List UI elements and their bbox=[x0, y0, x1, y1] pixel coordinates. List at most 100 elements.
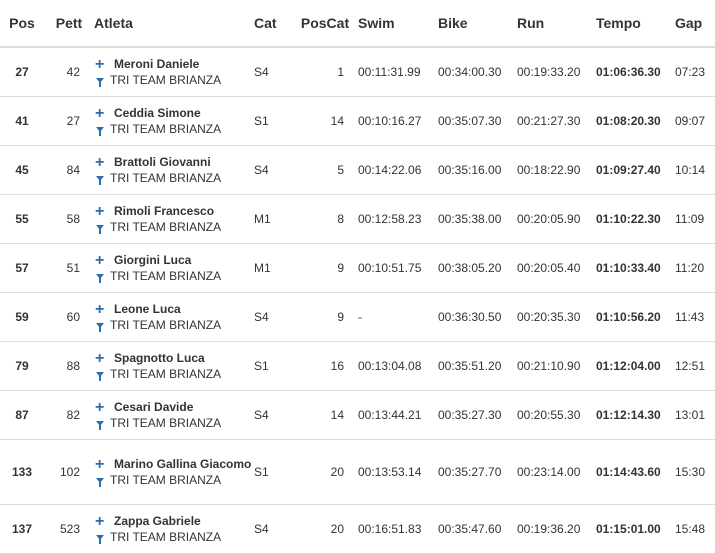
col-header-bike[interactable]: Bike bbox=[438, 0, 517, 48]
cell-gap: 15:30 bbox=[675, 439, 715, 505]
team-name: TRI TEAM BRIANZA bbox=[110, 121, 222, 136]
cell-swim: 00:13:04.08 bbox=[358, 341, 438, 391]
athlete-name[interactable]: Meroni Daniele bbox=[114, 57, 199, 71]
table-row: 27 42 + Meroni Daniele TRI TEAM BRIANZA S4… bbox=[0, 47, 715, 97]
athlete-name[interactable]: Cesari Davide bbox=[114, 400, 193, 414]
cell-gap: 11:09 bbox=[675, 194, 715, 244]
cell-cat: S4 bbox=[254, 390, 292, 440]
athlete-name[interactable]: Spagnotto Luca bbox=[114, 351, 205, 365]
table-row: 133 102 + Marino Gallina Giacomo TRI TEAM … bbox=[0, 439, 715, 505]
cell-bike: 00:36:30.50 bbox=[438, 292, 517, 342]
col-header-run[interactable]: Run bbox=[517, 0, 596, 48]
cell-gap: 13:01 bbox=[675, 390, 715, 440]
cell-swim: 00:10:16.27 bbox=[358, 96, 438, 146]
col-header-swim[interactable]: Swim bbox=[358, 0, 438, 48]
plus-icon[interactable]: + bbox=[95, 456, 109, 472]
cell-athlete: + Leone Luca TRI TEAM BRIANZA bbox=[94, 292, 254, 342]
results-table: Pos Pett Atleta Cat PosCat Swim Bike Run… bbox=[0, 0, 715, 554]
cell-pett: 58 bbox=[44, 194, 94, 244]
cell-pos: 55 bbox=[0, 194, 44, 244]
table-row: 57 51 + Giorgini Luca TRI TEAM BRIANZA M1 … bbox=[0, 243, 715, 293]
col-header-atleta[interactable]: Atleta bbox=[94, 0, 254, 48]
cell-swim: 00:12:58.23 bbox=[358, 194, 438, 244]
cell-run: 00:20:05.40 bbox=[517, 243, 596, 293]
cell-cat: S1 bbox=[254, 96, 292, 146]
plus-icon[interactable]: + bbox=[95, 105, 109, 121]
cell-run: 00:21:27.30 bbox=[517, 96, 596, 146]
cell-bike: 00:34:00.30 bbox=[438, 47, 517, 97]
cell-athlete: + Brattoli Giovanni TRI TEAM BRIANZA bbox=[94, 145, 254, 195]
cell-pos: 137 bbox=[0, 504, 44, 554]
cell-tempo: 01:14:43.60 bbox=[596, 439, 675, 505]
cell-poscat: 9 bbox=[292, 292, 358, 342]
cell-tempo: 01:12:14.30 bbox=[596, 390, 675, 440]
cell-bike: 00:38:05.20 bbox=[438, 243, 517, 293]
filter-icon[interactable] bbox=[96, 534, 104, 544]
table-row: 55 58 + Rimoli Francesco TRI TEAM BRIANZA … bbox=[0, 194, 715, 244]
filter-icon[interactable] bbox=[96, 420, 104, 430]
cell-cat: S1 bbox=[254, 341, 292, 391]
col-header-pett[interactable]: Pett bbox=[44, 0, 94, 48]
col-header-tempo[interactable]: Tempo bbox=[596, 0, 675, 48]
cell-bike: 00:35:27.70 bbox=[438, 439, 517, 505]
plus-icon[interactable]: + bbox=[95, 513, 109, 529]
cell-gap: 09:07 bbox=[675, 96, 715, 146]
team-name: TRI TEAM BRIANZA bbox=[110, 170, 222, 185]
cell-poscat: 14 bbox=[292, 390, 358, 440]
cell-tempo: 01:15:01.00 bbox=[596, 504, 675, 554]
filter-icon[interactable] bbox=[96, 273, 104, 283]
table-header: Pos Pett Atleta Cat PosCat Swim Bike Run… bbox=[0, 0, 715, 48]
cell-athlete: + Meroni Daniele TRI TEAM BRIANZA bbox=[94, 47, 254, 97]
cell-swim: 00:16:51.83 bbox=[358, 504, 438, 554]
table-row: 137 523 + Zappa Gabriele TRI TEAM BRIANZA … bbox=[0, 504, 715, 554]
filter-icon[interactable] bbox=[96, 371, 104, 381]
plus-icon[interactable]: + bbox=[95, 399, 109, 415]
cell-pett: 84 bbox=[44, 145, 94, 195]
cell-cat: S4 bbox=[254, 47, 292, 97]
filter-icon[interactable] bbox=[96, 477, 104, 487]
athlete-name[interactable]: Giorgini Luca bbox=[114, 253, 191, 267]
athlete-name[interactable]: Marino Gallina Giacomo bbox=[114, 457, 251, 471]
plus-icon[interactable]: + bbox=[95, 301, 109, 317]
cell-poscat: 9 bbox=[292, 243, 358, 293]
filter-icon[interactable] bbox=[96, 77, 104, 87]
cell-pett: 88 bbox=[44, 341, 94, 391]
cell-pett: 60 bbox=[44, 292, 94, 342]
filter-icon[interactable] bbox=[96, 126, 104, 136]
filter-icon[interactable] bbox=[96, 224, 104, 234]
athlete-name[interactable]: Zappa Gabriele bbox=[114, 514, 201, 528]
plus-icon[interactable]: + bbox=[95, 350, 109, 366]
col-header-pos[interactable]: Pos bbox=[0, 0, 44, 48]
filter-icon[interactable] bbox=[96, 175, 104, 185]
cell-athlete: + Rimoli Francesco TRI TEAM BRIANZA bbox=[94, 194, 254, 244]
athlete-name[interactable]: Brattoli Giovanni bbox=[114, 155, 211, 169]
filter-icon[interactable] bbox=[96, 322, 104, 332]
cell-pos: 41 bbox=[0, 96, 44, 146]
athlete-name[interactable]: Ceddia Simone bbox=[114, 106, 201, 120]
cell-bike: 00:35:51.20 bbox=[438, 341, 517, 391]
cell-poscat: 8 bbox=[292, 194, 358, 244]
col-header-cat[interactable]: Cat bbox=[254, 0, 292, 48]
team-name: TRI TEAM BRIANZA bbox=[110, 317, 222, 332]
athlete-name[interactable]: Rimoli Francesco bbox=[114, 204, 214, 218]
plus-icon[interactable]: + bbox=[95, 203, 109, 219]
plus-icon[interactable]: + bbox=[95, 154, 109, 170]
cell-bike: 00:35:07.30 bbox=[438, 96, 517, 146]
cell-cat: S4 bbox=[254, 145, 292, 195]
cell-swim: 00:11:31.99 bbox=[358, 47, 438, 97]
cell-gap: 07:23 bbox=[675, 47, 715, 97]
team-name: TRI TEAM BRIANZA bbox=[110, 72, 222, 87]
cell-swim: - bbox=[358, 292, 438, 342]
cell-pos: 57 bbox=[0, 243, 44, 293]
cell-bike: 00:35:38.00 bbox=[438, 194, 517, 244]
col-header-gap[interactable]: Gap bbox=[675, 0, 715, 48]
col-header-poscat[interactable]: PosCat bbox=[292, 0, 358, 48]
cell-run: 00:23:14.00 bbox=[517, 439, 596, 505]
plus-icon[interactable]: + bbox=[95, 252, 109, 268]
plus-icon[interactable]: + bbox=[95, 56, 109, 72]
cell-bike: 00:35:47.60 bbox=[438, 504, 517, 554]
cell-pett: 27 bbox=[44, 96, 94, 146]
cell-tempo: 01:10:33.40 bbox=[596, 243, 675, 293]
athlete-name[interactable]: Leone Luca bbox=[114, 302, 181, 316]
table-body: 27 42 + Meroni Daniele TRI TEAM BRIANZA S4… bbox=[0, 47, 715, 554]
